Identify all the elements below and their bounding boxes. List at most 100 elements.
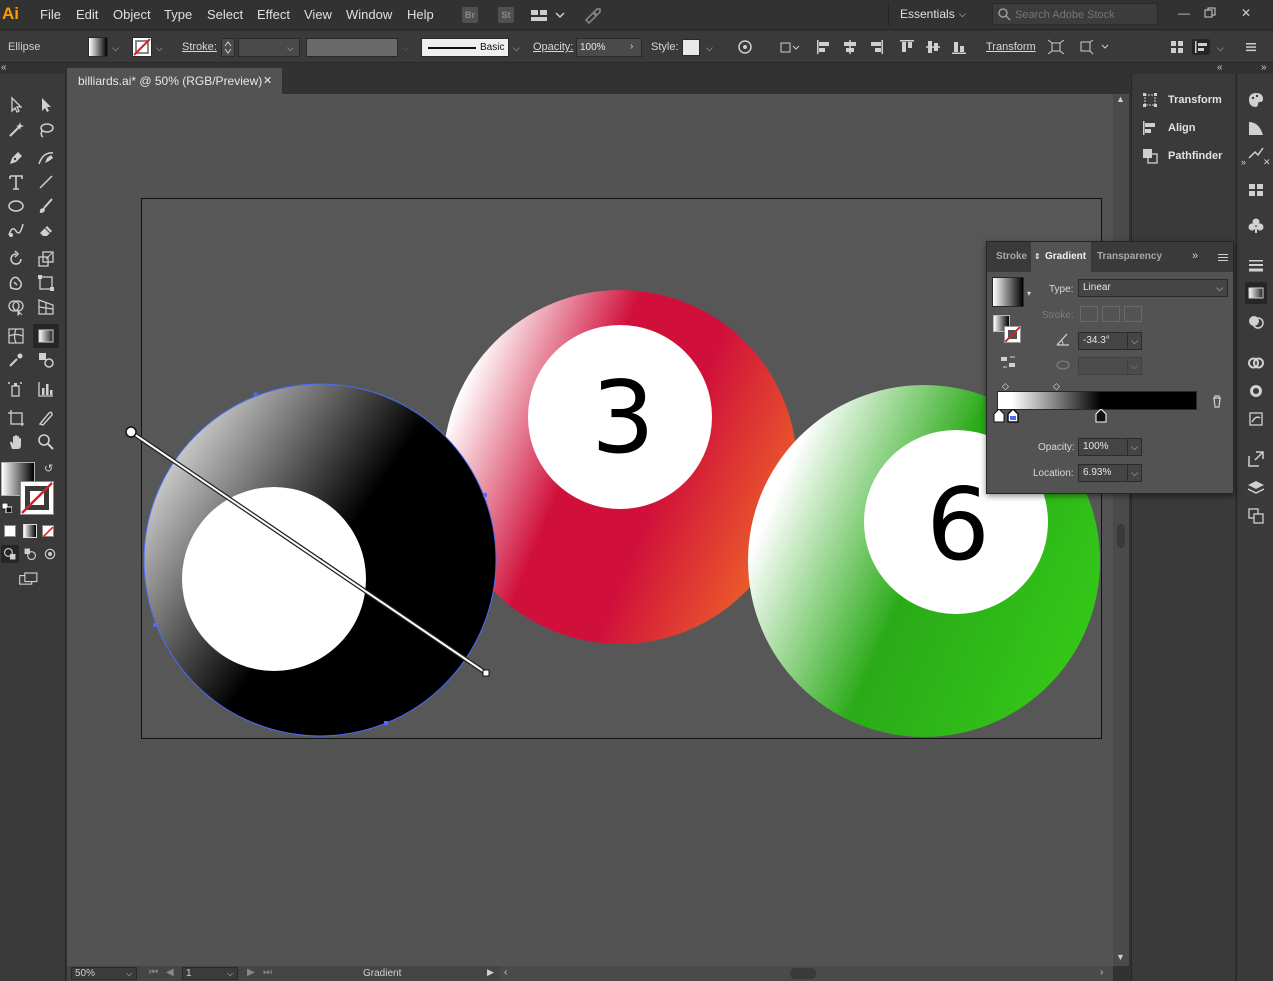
gradient-type-select[interactable]: Linear ⌵: [1078, 279, 1228, 297]
export-panel-button[interactable]: [1245, 448, 1267, 470]
slice-tool[interactable]: [33, 406, 59, 430]
expand-arrows-icon[interactable]: »: [1241, 157, 1246, 167]
chevron-down-icon[interactable]: ⌵: [513, 43, 523, 53]
next-artboard-icon[interactable]: ▶: [247, 967, 255, 978]
transparency-panel-button[interactable]: [1245, 311, 1267, 333]
vertical-scroll-thumb[interactable]: [1117, 524, 1125, 548]
minimize-button[interactable]: —: [1172, 3, 1196, 23]
canvas[interactable]: 3 6: [67, 94, 1113, 966]
stroke-panel-button[interactable]: [1245, 254, 1267, 276]
layers-panel-button[interactable]: [1245, 477, 1267, 499]
gradient-mode-button[interactable]: [23, 524, 37, 538]
scale-tool[interactable]: [33, 247, 59, 271]
warp-tool[interactable]: [3, 271, 29, 295]
swap-fill-stroke-icon[interactable]: ↺: [44, 462, 53, 475]
free-transform-tool[interactable]: [33, 271, 59, 295]
anchor-point[interactable]: [153, 623, 157, 627]
previous-artboard-icon[interactable]: ◀: [166, 967, 174, 978]
restore-button[interactable]: [1198, 3, 1222, 23]
gradient-stop-selected[interactable]: [1007, 409, 1019, 423]
menu-edit[interactable]: Edit: [76, 7, 98, 22]
gradient-tool[interactable]: [33, 324, 59, 348]
menu-effect[interactable]: Effect: [257, 7, 290, 22]
collapse-arrows-icon[interactable]: «: [1, 62, 7, 73]
draw-behind-button[interactable]: [21, 545, 39, 563]
ellipse-tool[interactable]: [3, 194, 29, 218]
scroll-left-icon[interactable]: ‹: [504, 967, 507, 978]
scroll-up-icon[interactable]: ▲: [1116, 94, 1125, 104]
artboards-panel-button[interactable]: [1245, 505, 1267, 527]
chevron-down-icon[interactable]: ⌵: [112, 43, 122, 53]
bridge-button[interactable]: Br: [462, 7, 478, 23]
eraser-tool[interactable]: [33, 218, 59, 242]
transform-link[interactable]: Transform: [986, 41, 1036, 53]
scroll-right-icon[interactable]: ›: [1100, 967, 1103, 978]
chevron-down-icon[interactable]: ▾: [1027, 289, 1031, 298]
horizontal-scrollbar[interactable]: ‹ ›: [500, 966, 1113, 981]
gradient-thumbnail[interactable]: [992, 277, 1024, 307]
menu-object[interactable]: Object: [113, 7, 151, 22]
perspective-grid-tool[interactable]: [33, 295, 59, 319]
libraries-panel-button[interactable]: [1245, 352, 1267, 374]
eyedropper-tool[interactable]: [3, 348, 29, 372]
stop-location-input[interactable]: 6.93% ⌵: [1078, 464, 1142, 482]
delete-stop-icon[interactable]: [1210, 394, 1224, 408]
arrange-documents-button[interactable]: [530, 7, 568, 23]
magic-wand-tool[interactable]: [3, 118, 29, 142]
chevron-down-icon[interactable]: ⌵: [706, 43, 716, 53]
collapse-arrows-icon[interactable]: «: [1217, 62, 1223, 73]
brushes-panel-button[interactable]: [1245, 408, 1267, 430]
align-top-button[interactable]: [898, 39, 916, 55]
close-window-button[interactable]: ✕: [1234, 3, 1258, 23]
tab-transparency[interactable]: Transparency: [1097, 242, 1177, 272]
stroke-color-box[interactable]: [20, 481, 54, 515]
status-menu-icon[interactable]: ▶: [487, 967, 494, 978]
curvature-tool[interactable]: [33, 146, 59, 170]
rotate-tool[interactable]: [3, 247, 29, 271]
draw-inside-button[interactable]: [41, 545, 59, 563]
selection-tool[interactable]: [3, 93, 29, 117]
hand-tool[interactable]: [3, 430, 29, 454]
color-guide-button[interactable]: [1245, 117, 1267, 139]
align-to-button[interactable]: [778, 39, 800, 55]
isolate-selection-button[interactable]: [1047, 39, 1065, 55]
opacity-input[interactable]: 100% ›: [576, 38, 642, 57]
type-tool[interactable]: [3, 170, 29, 194]
tab-gradient[interactable]: ⇕ Gradient: [1031, 242, 1091, 272]
default-fill-stroke-button[interactable]: [1, 502, 13, 514]
recolor-artwork-button[interactable]: [736, 39, 754, 55]
column-graph-tool[interactable]: [33, 377, 59, 401]
graphic-style-swatch[interactable]: [682, 39, 700, 56]
mesh-tool[interactable]: [3, 324, 29, 348]
zoom-tool[interactable]: [33, 430, 59, 454]
gradient-panel-button[interactable]: [1245, 282, 1267, 304]
gradient-origin-handle[interactable]: [125, 426, 137, 438]
panel-menu-icon[interactable]: [1218, 254, 1228, 261]
close-icon[interactable]: ✕: [263, 68, 272, 94]
align-vertical-center-button[interactable]: [924, 39, 942, 55]
stroke-weight-stepper[interactable]: [221, 38, 235, 57]
direct-selection-tool[interactable]: [33, 93, 59, 117]
draw-normal-button[interactable]: [1, 545, 19, 563]
color-mode-button[interactable]: [4, 525, 16, 537]
vertical-scrollbar[interactable]: ▲ ▼: [1113, 94, 1129, 966]
stock-button[interactable]: St: [498, 7, 514, 23]
menu-view[interactable]: View: [304, 7, 332, 22]
expand-arrows-icon[interactable]: »: [1261, 62, 1267, 73]
expand-arrows-icon[interactable]: »: [1192, 250, 1198, 262]
shape-builder-tool[interactable]: [3, 295, 29, 319]
menu-type[interactable]: Type: [164, 7, 192, 22]
menu-help[interactable]: Help: [407, 7, 434, 22]
ball-3[interactable]: 3: [443, 290, 797, 644]
horizontal-scroll-thumb[interactable]: [790, 968, 816, 979]
chevron-down-icon[interactable]: ⌵: [156, 43, 166, 53]
stop-opacity-input[interactable]: 100% ⌵: [1078, 438, 1142, 456]
angle-input[interactable]: -34.3° ⌵: [1078, 332, 1142, 350]
symbols-panel-button[interactable]: [1245, 215, 1267, 237]
tab-stroke[interactable]: Stroke: [987, 242, 1031, 272]
chevron-down-icon[interactable]: ⌵: [1217, 43, 1227, 53]
artboard-number-field[interactable]: 1 ⌵: [182, 967, 238, 980]
swatches-panel-button[interactable]: [1245, 179, 1267, 201]
search-adobe-stock[interactable]: [992, 3, 1158, 25]
workspace-switcher[interactable]: Essentials ⌵: [888, 2, 976, 26]
